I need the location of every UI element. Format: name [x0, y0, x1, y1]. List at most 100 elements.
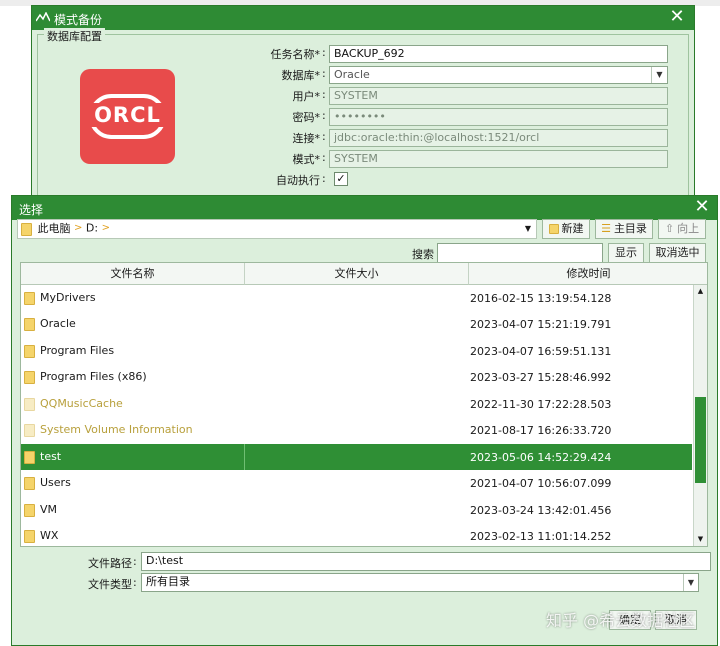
folder-icon — [24, 291, 35, 305]
close-icon[interactable]: ✕ — [668, 8, 686, 26]
file-name: Program Files (x86) — [40, 370, 147, 383]
task-name-input[interactable]: BACKUP_692 — [329, 45, 668, 63]
file-name: System Volume Information — [40, 423, 193, 436]
schema-input[interactable]: SYSTEM — [329, 150, 668, 168]
new-folder-button[interactable]: 新建 — [542, 219, 590, 239]
table-row[interactable]: MyDrivers 2016-02-15 13:19:54.128 — [21, 285, 692, 311]
file-type-value: 所有目录 — [146, 575, 190, 588]
connection-colon: : — [322, 130, 326, 143]
scroll-up-icon[interactable]: ▲ — [694, 285, 707, 298]
column-size[interactable]: 文件大小 — [245, 263, 469, 285]
file-time: 2022-11-30 17:22:28.503 — [470, 398, 612, 411]
table-row[interactable]: Oracle 2023-04-07 15:21:19.791 — [21, 311, 692, 337]
folder-icon — [24, 476, 35, 490]
schema-colon: : — [322, 151, 326, 164]
file-time: 2023-05-06 14:52:29.424 — [470, 451, 612, 464]
connection-input[interactable]: jdbc:oracle:thin:@localhost:1521/orcl — [329, 129, 668, 147]
table-row[interactable]: Users 2021-04-07 10:56:07.099 — [21, 470, 692, 496]
file-path-label: 文件路径 — [88, 557, 132, 570]
table-row[interactable]: Program Files 2023-04-07 16:59:51.131 — [21, 338, 692, 364]
file-table: 文件名称 文件大小 修改时间 MyDrivers 2016-02-15 13:19… — [20, 262, 708, 547]
table-row[interactable]: WX 2023-02-13 11:01:14.252 — [21, 523, 692, 546]
up-button[interactable]: ⇧ 向上 — [658, 219, 706, 239]
folder-icon — [21, 222, 32, 236]
column-name[interactable]: 文件名称 — [21, 263, 245, 285]
backup-titlebar[interactable]: 模式备份 ✕ — [32, 6, 694, 30]
show-button[interactable]: 显示 — [608, 243, 644, 263]
chooser-title: 选择 — [19, 203, 44, 217]
search-label: 搜索 — [412, 248, 434, 261]
chooser-window: 选择 ✕ 此电脑 > D: > ▼ 新建 ☰ 主目录 ⇧ 向上 搜索 显示 取消选中… — [11, 195, 718, 646]
task-name-colon: : — [322, 46, 326, 59]
chevron-right-icon: > — [101, 222, 110, 234]
file-name: Program Files — [40, 344, 115, 357]
file-name: WX — [40, 529, 59, 542]
file-name: VM — [40, 503, 58, 516]
file-type-colon: : — [133, 576, 137, 589]
chooser-titlebar[interactable]: 选择 ✕ — [12, 196, 717, 220]
file-time: 2023-03-24 13:42:01.456 — [470, 504, 612, 517]
auto-run-label: 自动执行 — [276, 174, 320, 187]
scroll-down-icon[interactable]: ▼ — [694, 533, 707, 546]
path-breadcrumb[interactable]: 此电脑 > D: > ▼ — [17, 219, 537, 239]
deselect-button[interactable]: 取消选中 — [649, 243, 706, 263]
table-row-selected[interactable]: test 2023-05-06 14:52:29.424 — [21, 444, 692, 470]
table-row[interactable]: Program Files (x86) 2023-03-27 15:28:46.9… — [21, 364, 692, 390]
database-select[interactable]: Oracle ▼ — [329, 66, 668, 84]
file-name: QQMusicCache — [40, 397, 123, 410]
file-time: 2021-08-17 16:26:33.720 — [470, 424, 612, 437]
vertical-scrollbar[interactable]: ▲ ▼ — [693, 285, 707, 546]
password-input[interactable]: •••••••• — [329, 108, 668, 126]
chevron-down-icon[interactable]: ▼ — [520, 220, 536, 238]
close-icon[interactable]: ✕ — [693, 198, 711, 216]
breadcrumb-drive[interactable]: D: — [86, 222, 98, 235]
list-icon: ☰ — [601, 222, 611, 235]
chevron-down-icon[interactable]: ▼ — [683, 574, 698, 591]
arrow-up-icon: ⇧ — [664, 222, 675, 235]
check-icon: ✓ — [336, 172, 346, 185]
file-name: Users — [40, 476, 71, 489]
database-select-value: Oracle — [334, 68, 370, 81]
table-row[interactable]: System Volume Information 2021-08-17 16:2… — [21, 417, 692, 443]
file-path-colon: : — [133, 555, 137, 568]
app-icon — [36, 12, 50, 22]
file-name: Oracle — [40, 317, 76, 330]
watermark: 知乎 @希云数据社区 — [546, 611, 696, 630]
new-folder-label: 新建 — [561, 222, 584, 235]
home-label: 主目录 — [613, 222, 647, 235]
column-time[interactable]: 修改时间 — [469, 263, 707, 285]
breadcrumb-root[interactable]: 此电脑 — [38, 222, 71, 235]
file-time: 2023-04-07 15:21:19.791 — [470, 318, 612, 331]
folder-icon — [24, 397, 35, 411]
user-input[interactable]: SYSTEM — [329, 87, 668, 105]
folder-icon — [24, 450, 35, 464]
file-time: 2023-02-13 11:01:14.252 — [470, 530, 612, 543]
auto-run-checkbox[interactable]: ✓ — [334, 172, 348, 186]
chevron-right-icon: > — [74, 222, 83, 234]
oracle-logo-text: ORCL — [84, 103, 171, 127]
chevron-down-icon[interactable]: ▼ — [651, 67, 667, 83]
folder-icon — [24, 370, 35, 384]
home-button[interactable]: ☰ 主目录 — [595, 219, 653, 239]
table-row[interactable]: QQMusicCache 2022-11-30 17:22:28.503 — [21, 391, 692, 417]
auto-run-colon: : — [322, 172, 326, 185]
file-time: 2023-04-07 16:59:51.131 — [470, 345, 612, 358]
row-divider — [244, 444, 245, 470]
file-name: test — [40, 450, 62, 463]
file-type-select[interactable]: 所有目录 ▼ — [141, 573, 699, 592]
schema-label: 模式* — [292, 153, 321, 166]
table-row[interactable]: VM 2023-03-24 13:42:01.456 — [21, 497, 692, 523]
up-label: 向上 — [677, 222, 700, 235]
db-config-group-label: 数据库配置 — [44, 28, 105, 44]
connection-label: 连接* — [292, 132, 321, 145]
folder-icon — [24, 317, 35, 331]
file-path-input[interactable]: D:\test — [141, 552, 711, 571]
password-label: 密码* — [292, 111, 321, 124]
oracle-logo: ORCL — [80, 69, 175, 164]
file-type-label: 文件类型 — [88, 578, 132, 591]
folder-icon — [24, 503, 35, 517]
search-input[interactable] — [437, 243, 603, 263]
database-colon: : — [322, 67, 326, 80]
file-time: 2021-04-07 10:56:07.099 — [470, 477, 612, 490]
scrollbar-thumb[interactable] — [695, 397, 706, 483]
